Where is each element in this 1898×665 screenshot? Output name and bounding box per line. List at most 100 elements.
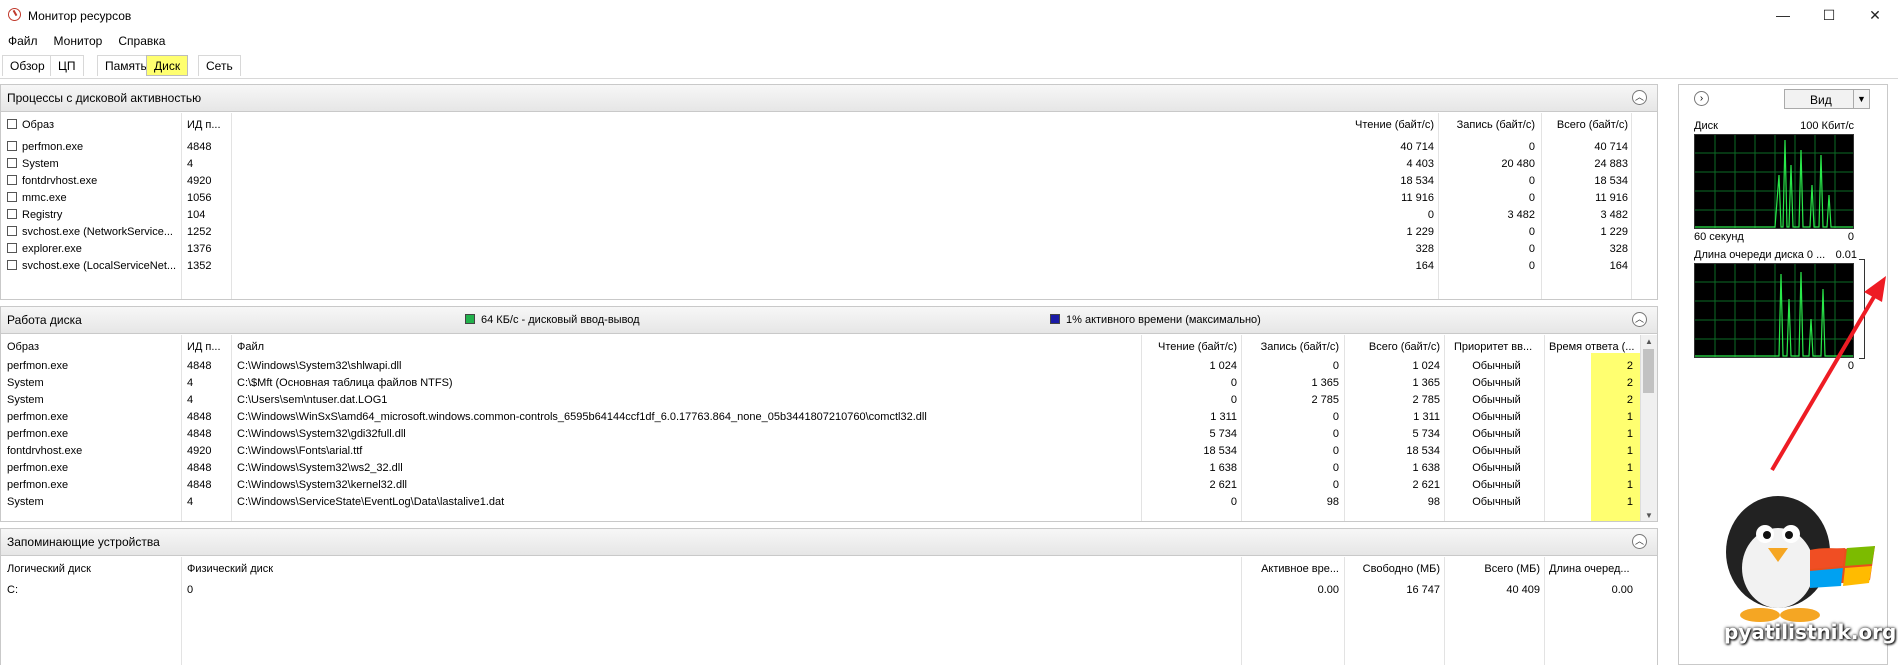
process-total-cell: 3 482 <box>1600 209 1628 221</box>
column-header-physical-disk[interactable]: Физический диск <box>187 563 387 575</box>
menu-help[interactable]: Справка <box>110 32 173 50</box>
green-legend-swatch <box>465 314 475 324</box>
process-image-cell[interactable]: mmc.exe <box>7 192 177 204</box>
collapse-icon[interactable]: ︿ <box>1632 534 1647 549</box>
process-checkbox[interactable] <box>7 192 17 202</box>
close-button[interactable]: ✕ <box>1852 0 1898 30</box>
column-divider <box>231 335 232 521</box>
column-header-free[interactable]: Свободно (МБ) <box>1347 563 1440 575</box>
tab-overview[interactable]: Обзор <box>2 55 53 76</box>
blue-legend-swatch <box>1050 314 1060 324</box>
column-divider <box>1444 335 1445 521</box>
column-divider <box>1344 557 1345 665</box>
process-image-cell[interactable]: Registry <box>7 209 177 221</box>
process-total-cell: 328 <box>1609 243 1628 255</box>
column-header-pid[interactable]: ИД п... <box>187 341 231 353</box>
storage-panel-header[interactable]: Запоминающие устройства ︿ <box>1 529 1657 556</box>
process-checkbox[interactable] <box>7 209 17 219</box>
tab-cpu[interactable]: ЦП <box>50 55 84 76</box>
process-pid-cell: 1352 <box>187 260 212 272</box>
collapse-icon[interactable]: ︿ <box>1632 312 1647 327</box>
disk-pid-cell: 4848 <box>187 411 212 423</box>
process-image-cell[interactable]: System <box>7 158 177 170</box>
column-header-queue-length[interactable]: Длина очеред... <box>1549 563 1644 575</box>
select-all-checkbox[interactable] <box>7 119 17 129</box>
disk-graph-scale: 100 Кбит/с <box>1800 120 1854 132</box>
disk-write-cell: 0 <box>1332 428 1339 440</box>
column-divider <box>1631 113 1632 299</box>
disk-response-cell: 2 <box>1626 377 1633 389</box>
view-dropdown-label: Вид <box>1810 93 1832 107</box>
column-header-write[interactable]: Запись (байт/с) <box>1245 341 1339 353</box>
column-header-read[interactable]: Чтение (байт/с) <box>1143 341 1237 353</box>
processes-panel-header[interactable]: Процессы с дисковой активностью ︿ <box>1 85 1657 112</box>
process-write-cell: 0 <box>1528 260 1535 272</box>
disk-response-cell: 1 <box>1626 496 1633 508</box>
tab-disk[interactable]: Диск <box>146 55 189 76</box>
column-header-active-time[interactable]: Активное вре... <box>1241 563 1339 575</box>
disk-activity-panel: Работа диска 64 КБ/с - дисковый ввод-выв… <box>0 306 1658 522</box>
process-checkbox[interactable] <box>7 226 17 236</box>
column-header-read[interactable]: Чтение (байт/с) <box>1326 119 1434 131</box>
disk-response-cell: 1 <box>1626 462 1633 474</box>
process-pid-cell: 4 <box>187 158 194 170</box>
process-pid-cell: 104 <box>187 209 206 221</box>
process-checkbox[interactable] <box>7 175 17 185</box>
minimize-button[interactable]: — <box>1760 0 1806 30</box>
process-image-cell[interactable]: fontdrvhost.exe <box>7 175 177 187</box>
disk-write-cell: 0 <box>1332 462 1339 474</box>
column-header-file[interactable]: Файл <box>237 341 537 353</box>
process-image-cell[interactable]: svchost.exe (NetworkService... <box>7 226 177 238</box>
column-header-response-time[interactable]: Время ответа (... <box>1549 341 1637 353</box>
disk-activity-panel-header[interactable]: Работа диска 64 КБ/с - дисковый ввод-выв… <box>1 307 1657 334</box>
process-write-cell: 3 482 <box>1507 209 1535 221</box>
process-image-cell[interactable]: perfmon.exe <box>7 141 177 153</box>
disk-total-cell: 18 534 <box>1406 445 1440 457</box>
disk-write-cell: 0 <box>1332 445 1339 457</box>
disk-total-cell: 98 <box>1427 496 1440 508</box>
column-divider <box>1544 335 1545 521</box>
scroll-up-icon[interactable]: ▲ <box>1645 337 1653 346</box>
view-dropdown[interactable]: Вид ▼ <box>1784 89 1870 109</box>
process-checkbox[interactable] <box>7 243 17 253</box>
column-header-total[interactable]: Всего (байт/с) <box>1347 341 1440 353</box>
disk-file-cell: C:\Windows\ServiceState\EventLog\Data\la… <box>237 496 505 508</box>
column-header-priority[interactable]: Приоритет вв... <box>1454 341 1542 353</box>
chevron-right-icon[interactable]: › <box>1694 91 1709 106</box>
column-divider <box>1541 113 1542 299</box>
storage-active-time: 0.00 <box>1317 584 1339 596</box>
disk-read-cell: 0 <box>1230 394 1237 406</box>
process-image-cell[interactable]: svchost.exe (LocalServiceNet... <box>7 260 177 272</box>
scrollbar-thumb[interactable] <box>1643 349 1654 393</box>
process-total-cell: 40 714 <box>1594 141 1628 153</box>
column-header-total[interactable]: Всего (байт/с) <box>1544 119 1628 131</box>
column-header-write[interactable]: Запись (байт/с) <box>1441 119 1535 131</box>
column-header-pid[interactable]: ИД п... <box>187 119 231 131</box>
process-pid-cell: 4920 <box>187 175 212 187</box>
menu-file[interactable]: Файл <box>0 32 46 50</box>
disk-write-cell: 0 <box>1332 479 1339 491</box>
column-header-image[interactable]: Образ <box>7 119 177 131</box>
scroll-down-icon[interactable]: ▼ <box>1645 511 1653 520</box>
queue-length-label: Длина очереди диска 0 ... <box>1694 249 1826 261</box>
column-header-total[interactable]: Всего (МБ) <box>1447 563 1540 575</box>
process-image-cell[interactable]: explorer.exe <box>7 243 177 255</box>
process-write-cell: 20 480 <box>1501 158 1535 170</box>
process-checkbox[interactable] <box>7 141 17 151</box>
process-checkbox[interactable] <box>7 260 17 270</box>
column-header-image[interactable]: Образ <box>7 341 177 353</box>
process-write-cell: 0 <box>1528 226 1535 238</box>
disk-pid-cell: 4920 <box>187 445 212 457</box>
chevron-down-icon[interactable]: ▼ <box>1853 90 1869 108</box>
tab-network[interactable]: Сеть <box>198 55 241 76</box>
menu-monitor[interactable]: Монитор <box>46 32 111 50</box>
collapse-icon[interactable]: ︿ <box>1632 90 1647 105</box>
process-name: svchost.exe (NetworkService... <box>22 226 173 238</box>
column-header-logical-disk[interactable]: Логический диск <box>7 563 177 575</box>
vertical-scrollbar[interactable]: ▲ ▼ <box>1640 335 1657 521</box>
disk-response-cell: 2 <box>1626 394 1633 406</box>
maximize-button[interactable]: ☐ <box>1806 0 1852 30</box>
process-pid-cell: 4848 <box>187 141 212 153</box>
process-checkbox[interactable] <box>7 158 17 168</box>
active-time-legend-label: 1% активного времени (максимально) <box>1066 314 1261 326</box>
